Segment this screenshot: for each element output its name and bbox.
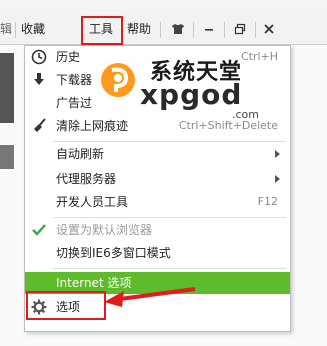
menu-item-label: 设置为默认浏览器 (56, 223, 153, 237)
menu-separator (53, 217, 286, 218)
menu-item-label: 清除上网痕迹 (56, 119, 129, 133)
clock-icon (31, 49, 47, 65)
toolbar-divider (160, 22, 161, 38)
menu-item-shortcut: Ctrl+Shift+Delete (178, 119, 278, 132)
submenu-arrow-icon (275, 175, 280, 183)
download-icon (31, 72, 47, 88)
menu-item-auto-refresh[interactable]: 自动刷新 (25, 143, 290, 165)
menu-item-label: 开发人员工具 (56, 195, 129, 209)
annotation-box-tools (81, 16, 123, 45)
menu-item-label: 下载器 (56, 73, 93, 87)
toolbar-divider (15, 22, 16, 38)
menu-help[interactable]: 帮助 (127, 20, 151, 38)
submenu-arrow-icon (275, 150, 280, 158)
menu-item-set-default-browser: 设置为默认浏览器 (25, 219, 290, 241)
menu-item-developer-tools[interactable]: 开发人员工具 F12 (25, 191, 290, 213)
menu-item-label: 代理服务器 (56, 172, 117, 186)
menu-separator (53, 268, 286, 269)
menu-item-label: 切换到IE6多窗口模式 (56, 246, 171, 260)
menu-item-proxy-server[interactable]: 代理服务器 (25, 168, 290, 190)
toolbar-divider (224, 22, 225, 38)
annotation-arrow-icon (104, 287, 196, 307)
watermark-brand: xpgod (140, 78, 243, 111)
page-content-fragment (0, 53, 14, 123)
menu-item-shortcut: Ctrl+H (240, 50, 278, 63)
broom-icon (31, 118, 47, 134)
menu-item-label: 历史 (56, 50, 81, 64)
menu-fragment[interactable]: 辑 (0, 20, 12, 38)
browser-toolbar: 辑 收藏 工具 帮助 (0, 14, 327, 45)
menu-favorites[interactable]: 收藏 (21, 20, 45, 38)
watermark-domain: .com (232, 108, 259, 121)
tshirt-icon[interactable] (165, 18, 191, 40)
close-icon[interactable] (256, 18, 282, 40)
toolbar-divider (193, 22, 194, 38)
restore-icon[interactable] (227, 18, 253, 40)
checkmark-icon (31, 222, 47, 238)
menu-separator (53, 141, 286, 142)
menu-item-shortcut: F12 (257, 195, 278, 208)
menu-item-label: 广告过 (56, 96, 93, 110)
menu-item-label: 自动刷新 (56, 147, 105, 161)
annotation-box-options (26, 291, 106, 320)
page-content-fragment (0, 145, 14, 169)
minimize-icon[interactable] (196, 18, 222, 40)
menu-item-switch-ie6-mode[interactable]: 切换到IE6多窗口模式 (25, 242, 290, 264)
watermark-logo-icon (98, 60, 138, 100)
